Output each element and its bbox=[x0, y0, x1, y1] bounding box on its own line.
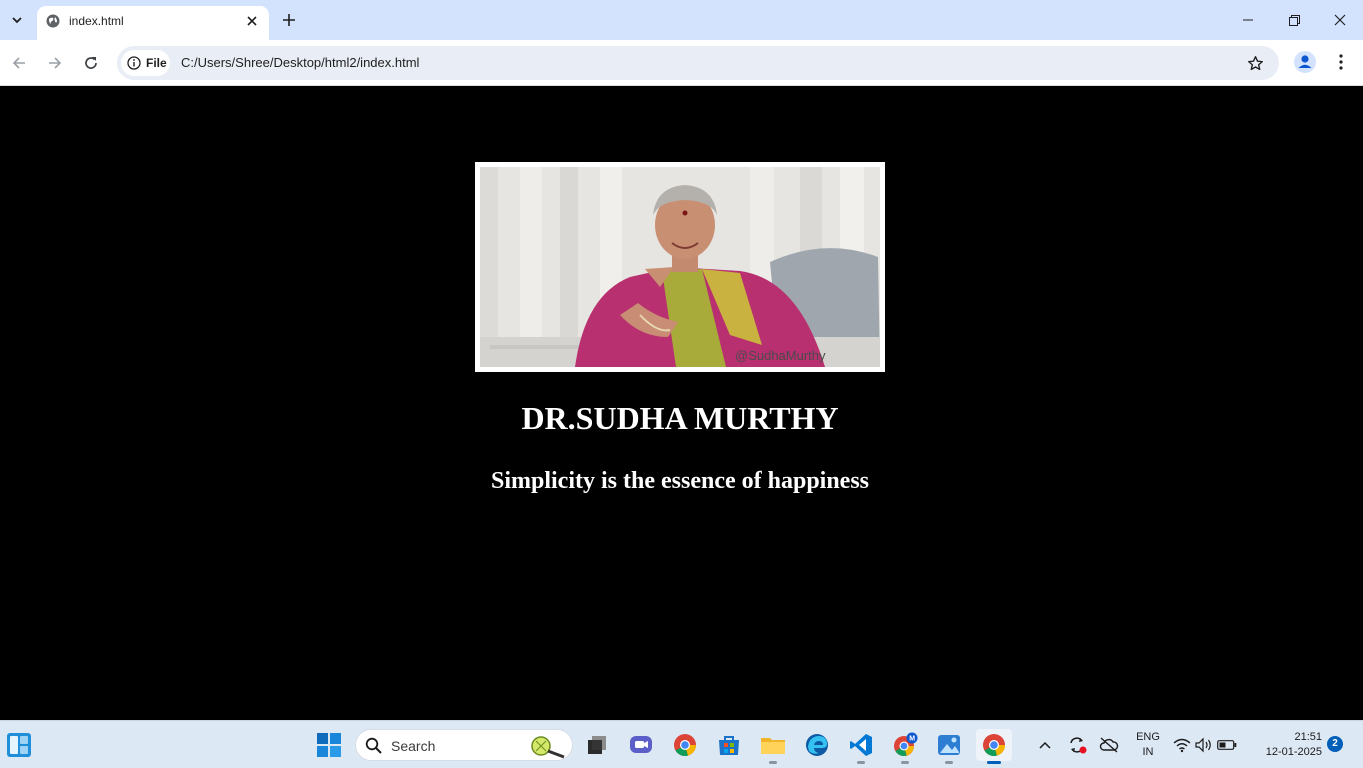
battery-icon bbox=[1217, 740, 1237, 750]
tab-search-button[interactable] bbox=[5, 8, 29, 32]
browser-menu-button[interactable] bbox=[1330, 50, 1352, 74]
browser-toolbar: File C:/Users/Shree/Desktop/html2/index.… bbox=[0, 40, 1363, 86]
chevron-up-icon bbox=[1039, 741, 1051, 749]
profile-photo-frame: @SudhaMurthy bbox=[475, 162, 885, 372]
plus-icon bbox=[283, 14, 295, 26]
search-label: Search bbox=[391, 738, 436, 754]
cloud-off-icon bbox=[1099, 737, 1119, 753]
start-button[interactable] bbox=[313, 729, 345, 761]
address-bar[interactable]: File C:/Users/Shree/Desktop/html2/index.… bbox=[117, 46, 1279, 80]
restore-button[interactable] bbox=[1271, 0, 1317, 40]
photos-app[interactable] bbox=[933, 729, 965, 764]
wifi-icon bbox=[1173, 738, 1191, 753]
volume-icon bbox=[1195, 737, 1211, 753]
page-heading: DR.SUDHA MURTHY bbox=[521, 400, 839, 436]
profile-photo: @SudhaMurthy bbox=[480, 167, 880, 367]
teams-app[interactable] bbox=[625, 729, 657, 761]
forward-button[interactable] bbox=[42, 50, 68, 76]
chrome-active-app[interactable] bbox=[976, 729, 1012, 764]
edge-app[interactable] bbox=[801, 729, 833, 761]
edge-icon bbox=[806, 734, 828, 756]
tab-close-button[interactable] bbox=[243, 12, 261, 30]
system-clock[interactable]: 21:51 12-01-2025 bbox=[1252, 730, 1322, 760]
clock-date: 12-01-2025 bbox=[1265, 746, 1322, 758]
chevron-down-icon bbox=[12, 17, 22, 24]
url-text[interactable]: C:/Users/Shree/Desktop/html2/index.html bbox=[181, 55, 419, 70]
taskbar-search[interactable]: Search bbox=[355, 729, 573, 761]
site-info-label: File bbox=[146, 56, 167, 70]
chrome-app[interactable] bbox=[669, 729, 701, 761]
site-info-chip[interactable]: File bbox=[121, 50, 170, 76]
clock-time: 21:51 bbox=[1294, 731, 1322, 743]
arrow-left-icon bbox=[12, 57, 25, 69]
folder-icon bbox=[761, 738, 785, 754]
windows-icon bbox=[317, 733, 341, 757]
widgets-icon[interactable] bbox=[6, 732, 32, 758]
search-highlight-icon bbox=[531, 736, 565, 759]
reload-button[interactable] bbox=[78, 50, 104, 76]
chrome-icon bbox=[983, 734, 1005, 757]
page-quote: Simplicity is the essence of happiness bbox=[490, 468, 870, 494]
vscode-app[interactable] bbox=[845, 729, 877, 764]
info-icon bbox=[127, 56, 141, 70]
page-viewport: @SudhaMurthy DR.SUDHA MURTHY Simplicity … bbox=[0, 87, 1363, 720]
task-view-icon bbox=[588, 736, 606, 754]
show-hidden-icons-button[interactable] bbox=[1035, 721, 1055, 768]
back-button[interactable] bbox=[6, 50, 32, 76]
file-explorer-app[interactable] bbox=[757, 729, 789, 764]
more-vertical-icon bbox=[1339, 54, 1343, 70]
profile-button[interactable] bbox=[1293, 50, 1317, 74]
chrome-profile-app[interactable]: M bbox=[889, 729, 921, 764]
bookmark-button[interactable] bbox=[1245, 53, 1265, 73]
close-icon bbox=[247, 16, 257, 26]
close-window-button[interactable] bbox=[1317, 0, 1363, 40]
minimize-icon bbox=[1243, 19, 1253, 21]
svg-text:M: M bbox=[909, 736, 915, 743]
vscode-icon bbox=[850, 734, 872, 756]
reload-icon bbox=[85, 57, 97, 69]
avatar-icon bbox=[1294, 51, 1316, 73]
quick-settings-button[interactable] bbox=[1173, 721, 1237, 768]
search-icon bbox=[365, 737, 382, 754]
task-view-app[interactable] bbox=[581, 729, 613, 761]
onedrive-status-button[interactable] bbox=[1097, 721, 1121, 768]
tab-title: index.html bbox=[69, 14, 124, 28]
sync-icon bbox=[1070, 737, 1087, 754]
notification-badge[interactable]: 2 bbox=[1327, 736, 1343, 752]
minimize-button[interactable] bbox=[1225, 0, 1271, 40]
taskbar: Search M ENG IN 21:51 12-01-2025 2 bbox=[0, 720, 1363, 768]
new-tab-button[interactable] bbox=[278, 9, 300, 31]
chrome-icon: M bbox=[894, 732, 918, 756]
close-icon bbox=[1334, 14, 1346, 26]
globe-icon bbox=[46, 14, 60, 28]
store-icon bbox=[719, 736, 739, 755]
photos-icon bbox=[938, 735, 960, 755]
photo-watermark: @SudhaMurthy bbox=[735, 348, 826, 363]
language-code: ENG bbox=[1136, 731, 1160, 743]
active-tab[interactable]: index.html bbox=[37, 6, 269, 40]
store-app[interactable] bbox=[713, 729, 745, 761]
tab-strip: index.html bbox=[0, 0, 1363, 40]
restore-icon bbox=[1288, 14, 1300, 26]
chrome-icon bbox=[674, 734, 696, 757]
input-language-indicator[interactable]: ENG IN bbox=[1133, 730, 1163, 760]
chat-icon bbox=[630, 736, 652, 753]
language-region: IN bbox=[1142, 746, 1154, 758]
arrow-right-icon bbox=[49, 57, 62, 69]
sync-status-button[interactable] bbox=[1065, 721, 1089, 768]
star-icon bbox=[1247, 55, 1263, 70]
